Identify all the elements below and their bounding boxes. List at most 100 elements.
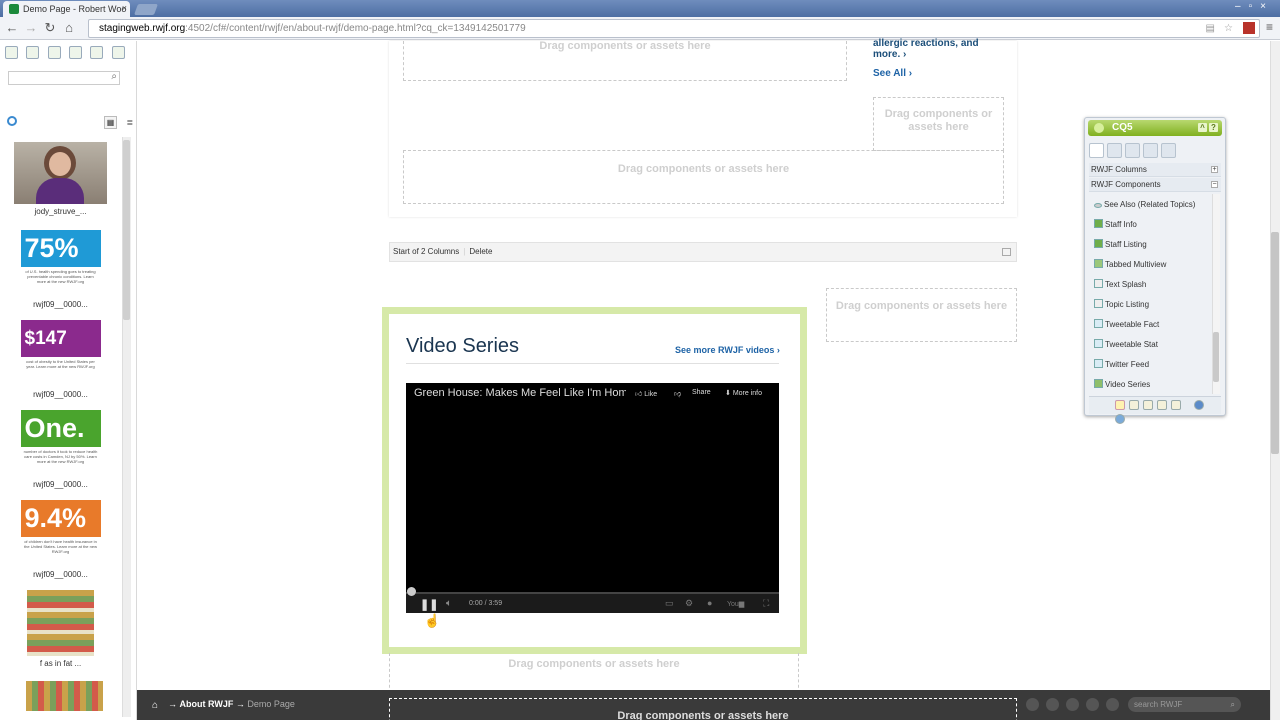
rss-icon[interactable] xyxy=(1106,698,1119,711)
seek-handle[interactable] xyxy=(407,587,416,596)
page-action-icon[interactable]: ▤ xyxy=(1206,20,1215,37)
asset-item[interactable]: $147 Billion cost of obesity to the Unit… xyxy=(14,320,107,399)
tweet-icon xyxy=(1094,339,1103,348)
email-icon[interactable] xyxy=(1086,698,1099,711)
design-mode-icon[interactable] xyxy=(1143,400,1153,410)
reload-button[interactable]: ↻ xyxy=(42,20,58,36)
edit-bar-icon[interactable] xyxy=(1002,248,1011,256)
tab-close-icon[interactable]: × xyxy=(122,3,127,13)
home-button[interactable]: ⌂ xyxy=(61,20,77,36)
page-scroll-thumb[interactable] xyxy=(1271,232,1279,454)
scaffolding-icon[interactable] xyxy=(1157,400,1167,410)
breadcrumb-about[interactable]: About RWJF xyxy=(180,699,234,709)
paragraphs-tab-icon[interactable] xyxy=(69,46,83,59)
asset-item[interactable]: jody_struve_... xyxy=(14,142,107,216)
like-button[interactable]: 👍︎ Like xyxy=(635,389,657,398)
images-tab-icon[interactable] xyxy=(5,46,18,59)
workflow-tab-icon[interactable] xyxy=(1161,143,1176,158)
list-view-icon[interactable]: ≣ xyxy=(123,117,136,130)
products-tab-icon[interactable] xyxy=(90,46,104,59)
wrench-menu-icon[interactable]: ≡ xyxy=(1266,20,1273,34)
home-icon[interactable]: ⌂ xyxy=(152,700,158,711)
drop-zone[interactable]: Drag components or assets here xyxy=(403,41,847,81)
documents-tab-icon[interactable] xyxy=(26,46,40,59)
new-tab-button[interactable] xyxy=(133,4,159,15)
settings-gear-icon[interactable]: ⚙ xyxy=(685,598,693,609)
youtube-logo-icon[interactable]: You▆ xyxy=(727,600,744,608)
collapse-group-icon[interactable]: − xyxy=(1211,181,1218,188)
asset-item[interactable]: 9.4% of children don't have health insur… xyxy=(14,500,107,579)
expand-icon[interactable]: + xyxy=(1211,166,1218,173)
grid-view-icon[interactable]: ▦ xyxy=(104,116,117,129)
drop-zone[interactable]: Drag components or assets here xyxy=(873,97,1004,151)
more-info-button[interactable]: ⬇ More info xyxy=(725,389,762,397)
drop-zone[interactable]: Drag components or assets here xyxy=(389,653,799,693)
asset-photo[interactable] xyxy=(26,681,103,711)
delete-button[interactable]: Delete xyxy=(469,247,492,256)
pause-icon[interactable]: ❚❚ xyxy=(420,598,438,611)
component-item[interactable]: Staff Listing xyxy=(1090,237,1212,257)
forward-button[interactable]: → xyxy=(23,20,39,36)
components-tab-icon[interactable] xyxy=(1089,143,1104,158)
search-icon[interactable]: ⌕ xyxy=(111,71,117,82)
drop-zone[interactable]: Drag components or assets here xyxy=(826,288,1017,342)
pages-tab-icon[interactable] xyxy=(111,46,125,59)
drop-zone[interactable]: Drag components or assets here xyxy=(403,150,1004,204)
sidekick-scroll-thumb[interactable] xyxy=(1213,332,1219,382)
search-icon[interactable]: ⌕ xyxy=(1231,697,1235,712)
extension-icon[interactable] xyxy=(1243,22,1255,34)
websites-icon[interactable] xyxy=(1194,400,1205,410)
youtube-icon[interactable] xyxy=(1066,698,1079,711)
finder-scroll-thumb[interactable] xyxy=(123,140,130,320)
twitter-icon[interactable] xyxy=(1046,698,1059,711)
sidekick-header[interactable]: CQ5 ^ ? xyxy=(1088,120,1222,136)
captions-icon[interactable]: ▭ xyxy=(665,598,674,609)
video-player[interactable] xyxy=(406,383,779,613)
movies-tab-icon[interactable] xyxy=(47,46,61,59)
video-title[interactable]: Green House: Makes Me Feel Like I'm Home xyxy=(414,387,626,399)
fullscreen-icon[interactable]: ⛶ xyxy=(763,598,769,609)
collapse-icon[interactable]: ^ xyxy=(1198,123,1207,132)
component-group-columns[interactable]: RWJF Columns + xyxy=(1089,163,1221,177)
information-tab-icon[interactable] xyxy=(1125,143,1140,158)
asset-caption: f as in fat ... xyxy=(39,659,82,668)
refresh-icon[interactable] xyxy=(1115,414,1125,424)
finder-search-input[interactable]: ⌕ xyxy=(8,71,120,85)
page-tab-icon[interactable] xyxy=(1107,143,1122,158)
dislike-icon[interactable]: 👎︎ xyxy=(674,389,681,398)
asset-item[interactable]: 75% of U.S. health spending goes to trea… xyxy=(14,230,107,309)
component-item[interactable]: Text Splash xyxy=(1090,277,1212,297)
asset-item[interactable]: f as in fat ... xyxy=(14,590,107,668)
back-button[interactable]: ← xyxy=(4,20,20,36)
facebook-icon[interactable] xyxy=(1026,698,1039,711)
component-item[interactable]: Video Series xyxy=(1090,377,1212,397)
browser-tab[interactable]: Demo Page - Robert Woo × xyxy=(3,1,130,17)
edit-mode-icon[interactable] xyxy=(1115,400,1125,410)
component-item[interactable]: Staff Info xyxy=(1090,217,1212,237)
window-controls[interactable]: –▫× xyxy=(1235,1,1274,12)
share-button[interactable]: Share xyxy=(692,389,711,396)
component-item[interactable]: Topic Listing xyxy=(1090,297,1212,317)
address-bar[interactable]: stagingweb.rwjf.org:4502/cf#/content/rwj… xyxy=(88,19,1260,38)
component-item[interactable]: Tweetable Fact xyxy=(1090,317,1212,337)
component-item[interactable]: Tabbed Multiview xyxy=(1090,257,1212,277)
component-item[interactable]: Tweetable Stat xyxy=(1090,337,1212,357)
site-search-input[interactable]: search RWJF ⌕ xyxy=(1128,697,1241,712)
component-item[interactable]: Twitter Feed xyxy=(1090,357,1212,377)
see-all-link[interactable]: See All › xyxy=(873,68,912,79)
see-more-videos-link[interactable]: See more RWJF videos › xyxy=(675,345,780,355)
versioning-tab-icon[interactable] xyxy=(1143,143,1158,158)
component-item[interactable]: See Also (Related Topics) xyxy=(1090,197,1212,217)
watch-later-icon[interactable]: ● xyxy=(707,598,712,608)
client-context-icon[interactable] xyxy=(1171,400,1181,410)
refresh-icon[interactable] xyxy=(7,116,17,126)
drop-zone[interactable]: Drag components or assets here xyxy=(389,698,1017,720)
bookmark-star-icon[interactable]: ☆ xyxy=(1224,20,1233,37)
asset-item[interactable]: One. number of doctors it took to reduce… xyxy=(14,410,107,489)
column-edit-bar[interactable]: Start of 2 Columns | Delete xyxy=(389,242,1017,262)
preview-mode-icon[interactable] xyxy=(1129,400,1139,410)
help-icon[interactable]: ? xyxy=(1209,123,1218,132)
volume-icon[interactable]: 🔈︎ xyxy=(446,598,452,609)
component-group-components[interactable]: RWJF Components − xyxy=(1089,178,1221,192)
teaser-text[interactable]: allergic reactions, and more. › xyxy=(873,38,983,60)
